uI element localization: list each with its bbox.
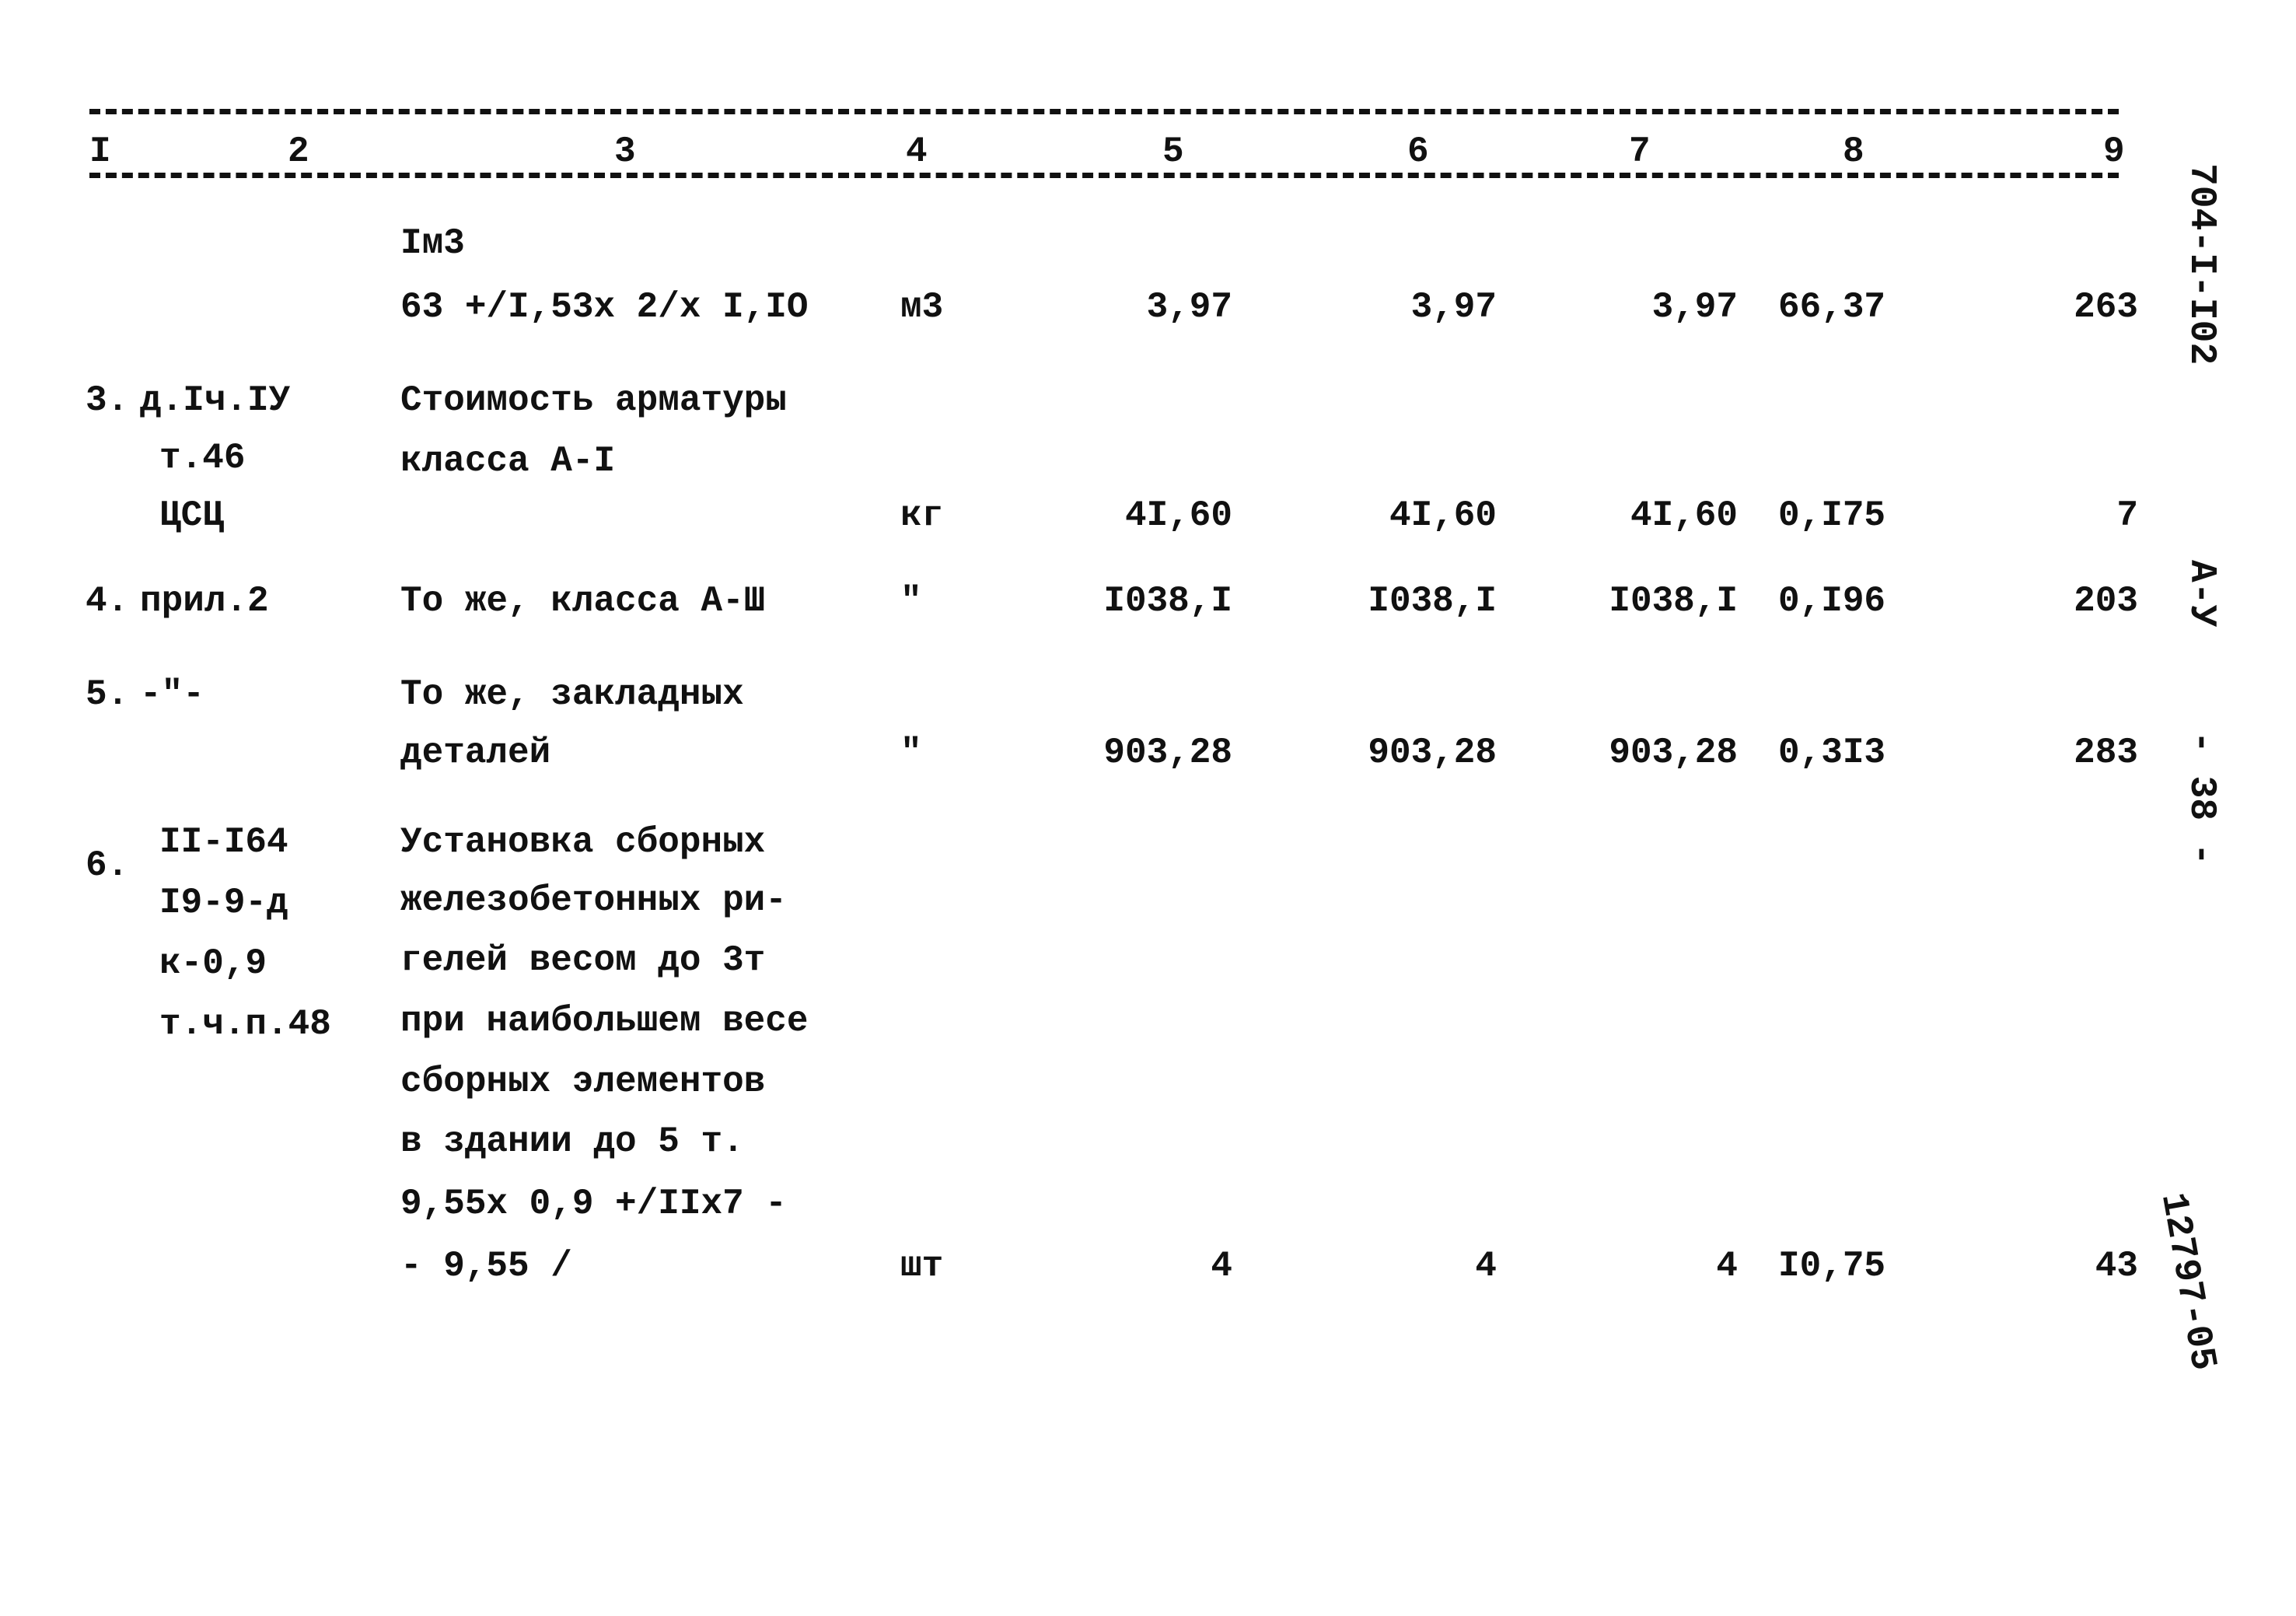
total-cost: 283 — [2074, 733, 2138, 773]
column-header-8: 8 — [1843, 131, 1864, 172]
work-description: - 9,55 / — [400, 1246, 572, 1286]
page-number: - 38 - — [2180, 731, 2222, 866]
quantity-col5: 4 — [1211, 1246, 1232, 1286]
column-header-9: 9 — [2103, 131, 2125, 172]
row-number: 4. — [86, 581, 129, 621]
quantity-col6: 4I,60 — [1389, 495, 1497, 536]
unit-cost: 0,I96 — [1778, 581, 1886, 621]
total-cost: 7 — [2116, 495, 2138, 536]
quantity-col6: 903,28 — [1368, 733, 1497, 773]
quantity-col5: 903,28 — [1103, 733, 1232, 773]
column-header-7: 7 — [1629, 131, 1651, 172]
unit-cost: 0,3I3 — [1778, 733, 1886, 773]
work-description: железобетонных ри- — [400, 880, 787, 921]
norm-reference: прил.2 — [140, 581, 269, 621]
total-cost: 43 — [2095, 1246, 2138, 1286]
quantity-col7: 4 — [1716, 1246, 1738, 1286]
work-description: Установка сборных — [400, 822, 766, 862]
work-description: То же, закладных — [400, 674, 744, 715]
column-header-3: 3 — [614, 131, 636, 172]
album-label: А-У — [2180, 560, 2222, 628]
column-header-4: 4 — [906, 131, 928, 172]
row-number: 6. — [86, 845, 129, 886]
unit-of-measure: " — [900, 581, 922, 621]
unit-cost: 0,I75 — [1778, 495, 1886, 536]
header-rule-top — [89, 109, 2119, 114]
norm-reference: д.Iч.IУ — [140, 380, 291, 421]
quantity-col5: 4I,60 — [1124, 495, 1232, 536]
norm-reference: I9-9-д — [159, 883, 288, 923]
document-code: 704-I-I02 — [2180, 163, 2222, 366]
unit-of-measure: м3 — [900, 287, 944, 327]
norm-reference: II-I64 — [159, 822, 288, 862]
quantity-col7: 903,28 — [1609, 733, 1738, 773]
unit-of-measure: " — [900, 733, 922, 773]
row-number: 3. — [86, 380, 129, 421]
unit-cost: I0,75 — [1778, 1246, 1886, 1286]
quantity-col7: 4I,60 — [1630, 495, 1738, 536]
work-description: 63 +/I,53x 2/x I,IO — [400, 287, 809, 327]
row-number: 5. — [86, 674, 129, 715]
unit-cost: 66,37 — [1778, 287, 1886, 327]
unit-of-measure: кг — [900, 495, 944, 536]
work-description: сборных элементов — [400, 1062, 766, 1102]
column-header-5: 5 — [1162, 131, 1184, 172]
norm-reference: т.46 — [159, 438, 246, 478]
work-description: класса А-I — [400, 441, 616, 481]
norm-reference: т.ч.п.48 — [159, 1004, 331, 1044]
work-description: гелей весом до 3т — [400, 940, 766, 981]
total-cost: 263 — [2074, 287, 2138, 327]
quantity-col6: I038,I — [1368, 581, 1497, 621]
column-header-2: 2 — [288, 131, 309, 172]
column-header-1: I — [89, 131, 111, 172]
inventory-stamp: 12797-05 — [2151, 1190, 2224, 1374]
unit-of-measure: шт — [900, 1246, 944, 1286]
work-description: Стоимость арматуры — [400, 380, 787, 421]
work-description: при наибольшем весе — [400, 1001, 809, 1041]
work-description: Iм3 — [400, 223, 465, 264]
quantity-col5: I038,I — [1103, 581, 1232, 621]
norm-reference: к-0,9 — [159, 943, 267, 984]
quantity-col6: 3,97 — [1410, 287, 1497, 327]
header-rule-bottom — [89, 173, 2119, 178]
column-header-6: 6 — [1407, 131, 1429, 172]
work-description: 9,55x 0,9 +/IIx7 - — [400, 1184, 787, 1224]
quantity-col5: 3,97 — [1146, 287, 1232, 327]
quantity-col7: I038,I — [1609, 581, 1738, 621]
work-description: То же, класса А-Ш — [400, 581, 766, 621]
norm-reference: -"- — [140, 674, 204, 715]
quantity-col7: 3,97 — [1651, 287, 1738, 327]
norm-reference: ЦСЦ — [159, 495, 224, 536]
quantity-col6: 4 — [1475, 1246, 1497, 1286]
work-description: деталей — [400, 733, 551, 773]
total-cost: 203 — [2074, 581, 2138, 621]
work-description: в здании до 5 т. — [400, 1121, 744, 1162]
